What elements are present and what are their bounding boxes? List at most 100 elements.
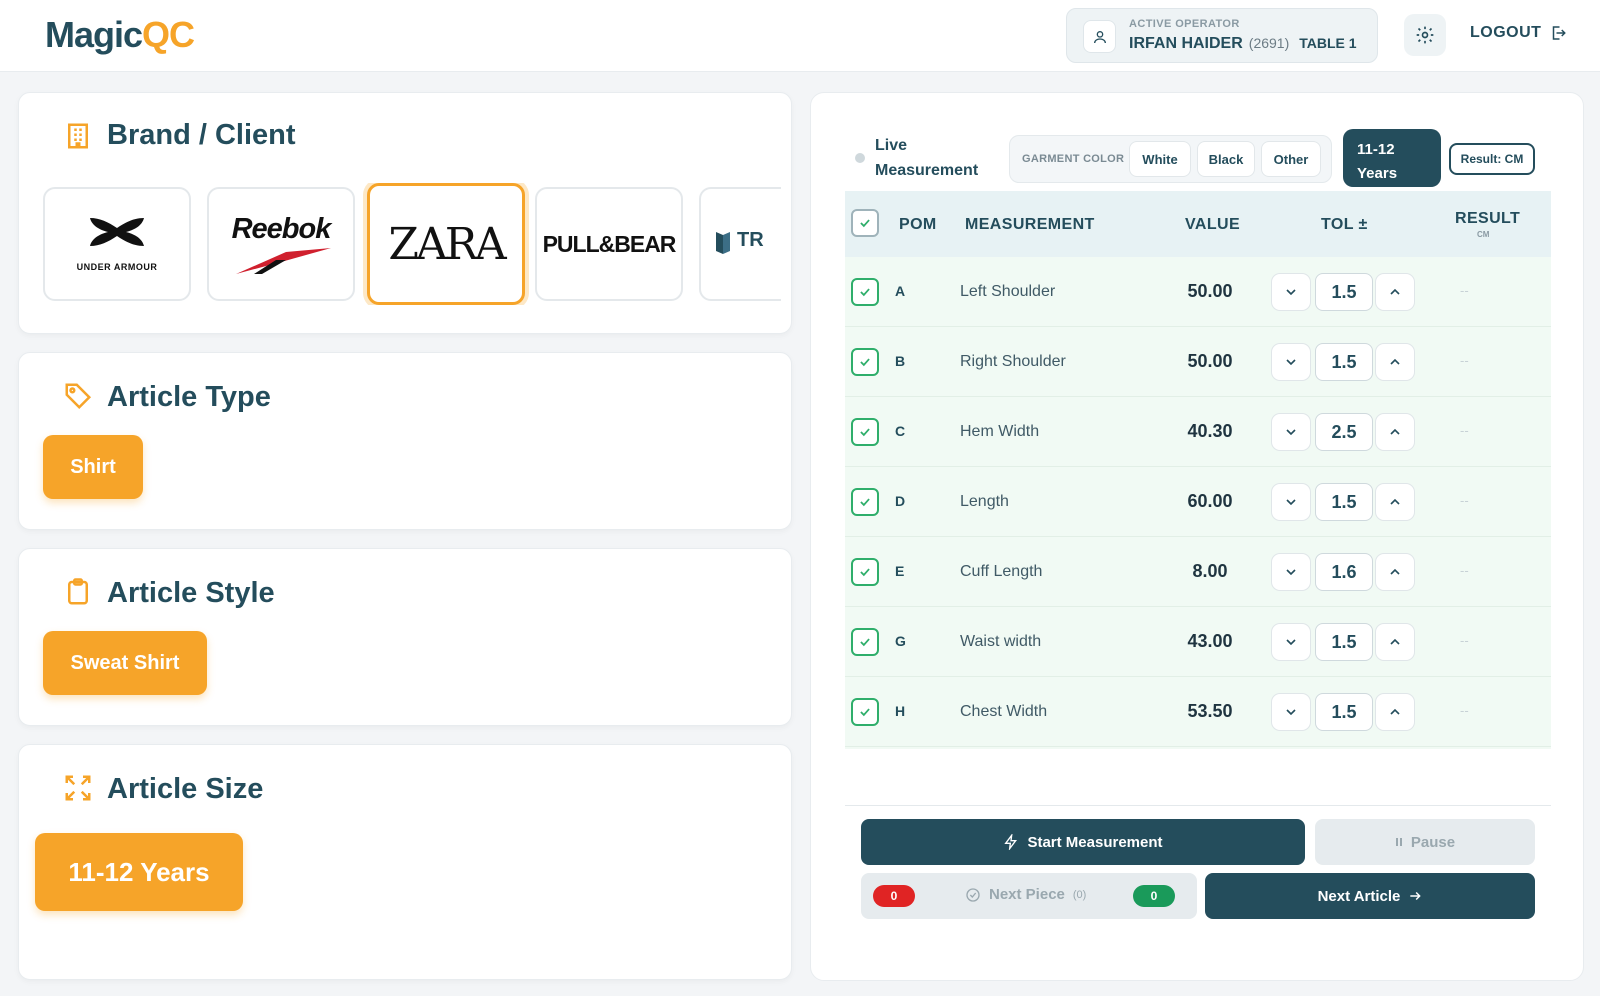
tolerance-increase-button[interactable]: [1375, 343, 1415, 381]
selected-size-badge: 11-12 Years: [1343, 129, 1441, 187]
garment-color-selector: GARMENT COLOR White Black Other: [1009, 135, 1332, 183]
table-header: POM MEASUREMENT VALUE TOL ± RESULT CM: [845, 191, 1551, 257]
article-style-card: Article Style Sweat Shirt: [18, 548, 792, 726]
building-icon: [68, 123, 88, 149]
tolerance-value[interactable]: 1.5: [1315, 273, 1373, 311]
reebok-vector-icon: [236, 247, 331, 274]
row-measurement-name: Waist width: [960, 633, 1042, 650]
row-checkbox[interactable]: [851, 698, 879, 726]
chevron-down-icon: [1286, 499, 1296, 506]
row-pom: G: [895, 633, 906, 649]
pass-count-badge: 0: [1133, 885, 1175, 907]
tolerance-increase-button[interactable]: [1375, 273, 1415, 311]
col-pom: POM: [899, 216, 937, 233]
settings-button[interactable]: [1404, 14, 1446, 56]
color-other-button[interactable]: Other: [1261, 141, 1321, 177]
brand-under-armour[interactable]: UNDER ARMOUR: [43, 187, 191, 301]
row-checkbox[interactable]: [851, 348, 879, 376]
tolerance-increase-button[interactable]: [1375, 623, 1415, 661]
size-badge-line1: 11-12: [1357, 141, 1395, 158]
chevron-down-icon: [1286, 709, 1296, 716]
row-value: 50.00: [1187, 281, 1233, 301]
tolerance-increase-button[interactable]: [1375, 483, 1415, 521]
top-bar: MagicQC ACTIVE OPERATOR IRFAN HAIDER (269…: [0, 0, 1600, 72]
brand-reebok-label: Reebok: [231, 212, 332, 245]
pause-icon: [1395, 838, 1402, 846]
color-black-button[interactable]: Black: [1197, 141, 1255, 177]
chevron-up-icon: [1390, 498, 1400, 505]
color-white-button[interactable]: White: [1129, 141, 1191, 177]
row-checkbox[interactable]: [851, 418, 879, 446]
col-value: VALUE: [1185, 216, 1241, 233]
lightning-icon: [1004, 834, 1018, 850]
start-measurement-button[interactable]: Start Measurement: [861, 819, 1305, 865]
brand-tr-label: TR: [737, 229, 764, 251]
measurement-panel: Live Measurement GARMENT COLOR White Blac…: [810, 92, 1584, 981]
row-value: 60.00: [1187, 491, 1233, 511]
tolerance-decrease-button[interactable]: [1271, 483, 1311, 521]
tolerance-decrease-button[interactable]: [1271, 553, 1311, 591]
row-checkbox[interactable]: [851, 488, 879, 516]
row-checkbox[interactable]: [851, 628, 879, 656]
measurement-label: Measurement: [875, 162, 979, 179]
tolerance-decrease-button[interactable]: [1271, 693, 1311, 731]
tolerance-value[interactable]: 1.6: [1315, 553, 1373, 591]
brand-zara[interactable]: ZARA: [367, 183, 525, 305]
brand-list: UNDER ARMOUR Reebok ZARA PULL&BEAR TR: [43, 183, 781, 305]
next-article-button[interactable]: Next Article: [1205, 873, 1535, 919]
brand-reebok[interactable]: Reebok: [207, 187, 355, 301]
tolerance-value[interactable]: 1.5: [1315, 343, 1373, 381]
result-unit-toggle[interactable]: Result: CM: [1449, 143, 1535, 175]
table-row: H Chest Width 53.50 1.5 --: [845, 677, 1551, 747]
chevron-down-icon: [1286, 569, 1296, 576]
row-checkbox[interactable]: [851, 278, 879, 306]
next-piece-label: Next Piece: [989, 886, 1065, 903]
next-piece-bar: 0 Next Piece (0) 0: [861, 873, 1197, 919]
next-article-label: Next Article: [1317, 887, 1401, 905]
tolerance-decrease-button[interactable]: [1271, 623, 1311, 661]
brand-pull-bear[interactable]: PULL&BEAR: [535, 187, 683, 301]
operator-caption: ACTIVE OPERATOR: [1129, 18, 1240, 30]
brand-tr[interactable]: TR: [699, 187, 781, 301]
table-row: D Length 60.00 1.5 --: [845, 467, 1551, 537]
row-pom: E: [895, 563, 905, 579]
row-measurement-name: Right Shoulder: [960, 353, 1066, 370]
check-icon: [860, 219, 870, 228]
tolerance-decrease-button[interactable]: [1271, 343, 1311, 381]
tolerance-decrease-button[interactable]: [1271, 273, 1311, 311]
row-checkbox[interactable]: [851, 558, 879, 586]
tolerance-increase-button[interactable]: [1375, 413, 1415, 451]
row-result: --: [1460, 423, 1469, 438]
tolerance-increase-button[interactable]: [1375, 693, 1415, 731]
tolerance-decrease-button[interactable]: [1271, 413, 1311, 451]
tolerance-value[interactable]: 1.5: [1315, 623, 1373, 661]
brand-under-armour-label: UNDER ARMOUR: [76, 262, 158, 272]
tolerance-increase-button[interactable]: [1375, 553, 1415, 591]
chevron-up-icon: [1390, 708, 1400, 715]
row-measurement-name: Left Shoulder: [960, 283, 1056, 300]
row-result: --: [1460, 563, 1469, 578]
app-logo: MagicQC: [45, 14, 195, 55]
logout-button[interactable]: LOGOUT: [1470, 24, 1567, 42]
article-size-button[interactable]: 11-12 Years: [35, 833, 243, 911]
arrow-right-icon: [1410, 891, 1422, 901]
brand-client-card: Brand / Client UNDER ARMOUR Reebok ZARA …: [18, 92, 792, 334]
select-all-checkbox[interactable]: [851, 209, 879, 237]
row-pom: H: [895, 703, 906, 719]
chevron-up-icon: [1390, 638, 1400, 645]
brand-client-title: Brand / Client: [107, 119, 296, 151]
article-type-shirt-button[interactable]: Shirt: [43, 435, 143, 499]
next-piece-button[interactable]: Next Piece (0): [965, 886, 1086, 903]
active-operator-panel: ACTIVE OPERATOR IRFAN HAIDER (2691) TABLE …: [1066, 8, 1378, 63]
col-result-unit: CM: [1477, 230, 1490, 239]
tolerance-value[interactable]: 1.5: [1315, 483, 1373, 521]
row-measurement-name: Length: [960, 493, 1009, 510]
article-style-sweat-shirt-button[interactable]: Sweat Shirt: [43, 631, 207, 695]
tolerance-value[interactable]: 1.5: [1315, 693, 1373, 731]
row-result: --: [1460, 493, 1469, 508]
pause-button[interactable]: Pause: [1315, 819, 1535, 865]
check-icon: [860, 428, 870, 437]
row-pom: D: [895, 493, 906, 509]
tolerance-value[interactable]: 2.5: [1315, 413, 1373, 451]
expand-icon: [65, 775, 91, 801]
